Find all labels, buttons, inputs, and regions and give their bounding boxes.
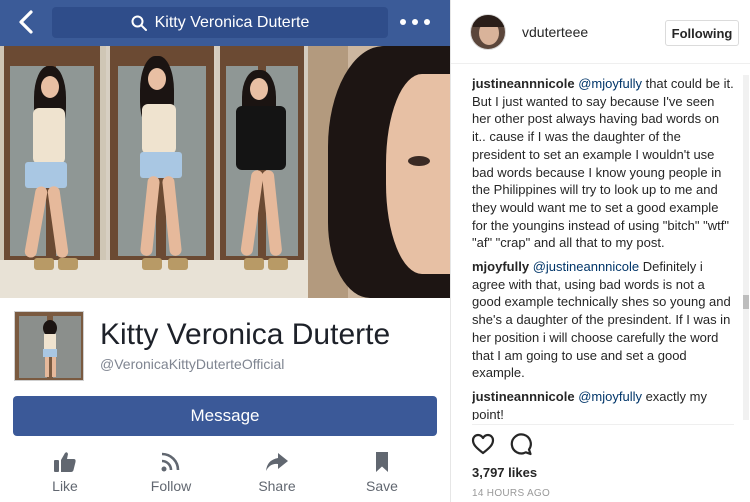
page-username: @VeronicaKittyDuterteOfficial (100, 356, 285, 372)
comments-scrollbar[interactable] (743, 75, 749, 420)
like-button[interactable]: Like (25, 450, 105, 496)
like-label: Like (52, 478, 78, 494)
save-button[interactable]: Save (342, 450, 422, 496)
thumbs-up-icon (54, 452, 76, 472)
search-icon (131, 15, 147, 31)
figure-sweater (236, 106, 286, 170)
top-navigation-bar: Kitty Veronica Duterte (0, 0, 450, 46)
comment-mention[interactable]: @mjoyfully (578, 76, 642, 91)
figure-shorts (140, 152, 182, 178)
page-title: Kitty Veronica Duterte (100, 318, 391, 351)
cover-photo-panel (0, 46, 106, 298)
save-label: Save (366, 478, 398, 494)
cover-photo-panel (308, 46, 450, 298)
divider (472, 424, 734, 425)
profile-picture[interactable] (14, 311, 84, 381)
avatar[interactable] (470, 14, 506, 50)
figure-shoe (58, 258, 78, 270)
share-arrow-icon (266, 453, 288, 471)
more-options-button[interactable] (400, 12, 430, 32)
search-field[interactable]: Kitty Veronica Duterte (52, 7, 388, 38)
post-username[interactable]: vduterteee (522, 24, 588, 40)
likes-count[interactable]: 3,797 likes (472, 465, 537, 480)
figure-shoe (168, 258, 188, 270)
figure-shoe (142, 258, 162, 270)
avatar-hair (473, 15, 505, 27)
figure-shoe (244, 258, 264, 270)
figure-top (33, 108, 65, 164)
comment-author[interactable]: justineannnicole (472, 389, 575, 404)
follow-label: Follow (150, 478, 192, 494)
comment-mention[interactable]: @justineannnicole (533, 259, 639, 274)
comment-text: that could be it. But I just wanted to s… (472, 76, 734, 251)
search-query-text: Kitty Veronica Duterte (154, 13, 310, 31)
profile-picture-figure (44, 334, 56, 350)
figure-shorts (25, 162, 67, 188)
figure-face (41, 76, 59, 98)
cover-photo-panel (106, 46, 216, 298)
instagram-post-panel: vduterteee Following justineannnicole @m… (450, 0, 750, 502)
comment: justineannnicole @mjoyfully exactly my p… (472, 388, 734, 420)
like-post-button[interactable] (471, 432, 495, 456)
profile-picture-figure (45, 357, 49, 377)
profile-picture-figure (43, 349, 57, 357)
screenshot-composite: Kitty Veronica Duterte Kitty Veronica Du… (0, 0, 750, 502)
heart-icon (471, 433, 495, 455)
comment-text: Definitely i agree with that, using bad … (472, 259, 731, 381)
more-dots-icon (400, 19, 406, 25)
figure-eye (408, 156, 430, 166)
comment: justineannnicole @mjoyfully that could b… (472, 75, 734, 252)
figure-shoe (268, 258, 288, 270)
cover-photo-panel (216, 46, 308, 298)
comment-author[interactable]: justineannnicole (472, 76, 575, 91)
comment: mjoyfully @justineannnicole Definitely i… (472, 258, 734, 382)
figure-face (386, 74, 450, 274)
figure-shoe (34, 258, 54, 270)
comment-bubble-icon (510, 433, 532, 456)
more-dots-icon-dot (412, 19, 418, 25)
follow-button[interactable]: Follow (131, 450, 211, 496)
post-timestamp: 14 HOURS AGO (472, 488, 551, 499)
comment-button[interactable] (509, 432, 533, 456)
more-dots-icon-dot (424, 19, 430, 25)
comments-list[interactable]: justineannnicole @mjoyfully that could b… (472, 75, 734, 420)
chevron-left-icon (19, 10, 33, 34)
message-button[interactable]: Message (13, 396, 437, 436)
figure-face (250, 78, 268, 100)
comment-mention[interactable]: @mjoyfully (578, 389, 642, 404)
profile-picture-door (53, 316, 81, 378)
back-button[interactable] (14, 8, 40, 36)
scrollbar-thumb[interactable] (743, 295, 749, 309)
cover-photo[interactable] (0, 46, 450, 298)
post-header: vduterteee Following (451, 0, 750, 64)
share-button[interactable]: Share (237, 450, 317, 496)
following-button[interactable]: Following (665, 20, 739, 46)
share-label: Share (258, 478, 296, 494)
figure-face (148, 68, 166, 90)
bookmark-icon (376, 452, 388, 472)
comment-author[interactable]: mjoyfully (472, 259, 529, 274)
rss-icon (161, 452, 180, 472)
profile-picture-figure (52, 357, 56, 377)
facebook-page-view: Kitty Veronica Duterte Kitty Veronica Du… (0, 0, 450, 502)
figure-top (142, 104, 176, 154)
